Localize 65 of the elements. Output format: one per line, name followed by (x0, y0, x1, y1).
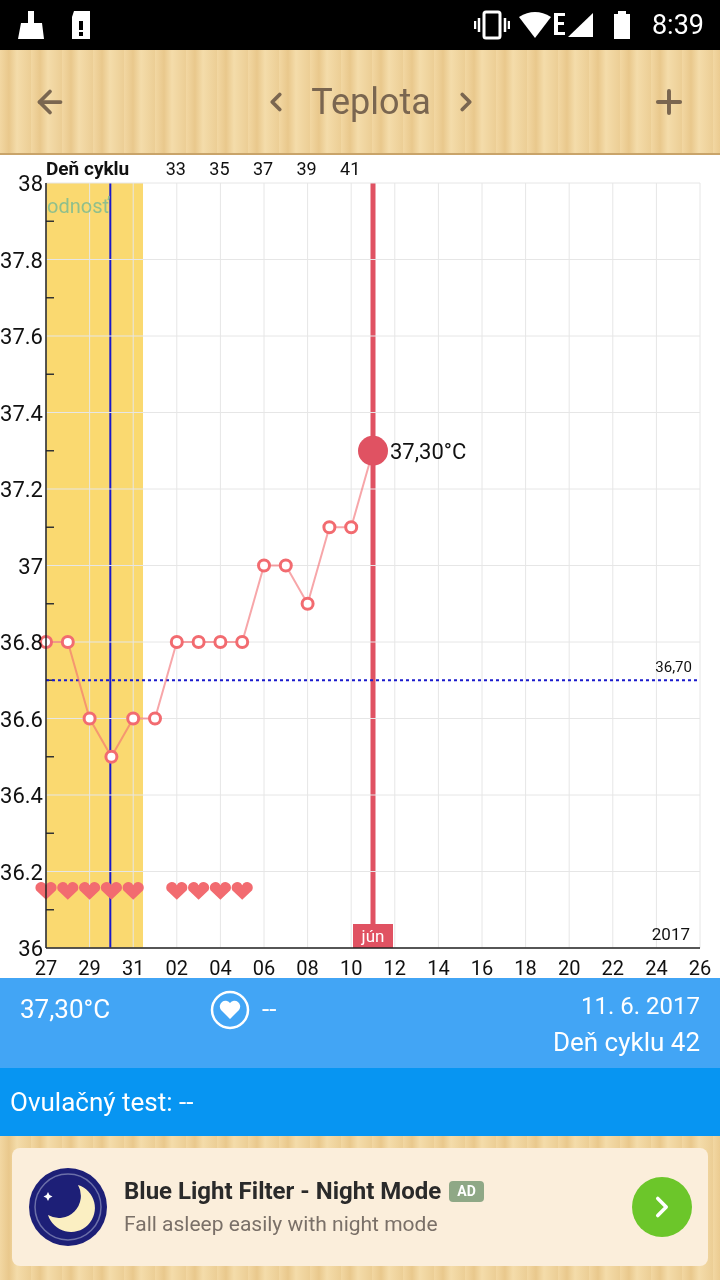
year-label: 2017 (651, 924, 690, 944)
x-axis-label: 31 (121, 956, 145, 978)
x-axis-label: 06 (252, 956, 276, 978)
cycle-day-label: 41 (340, 158, 361, 179)
heart-icon (57, 882, 79, 900)
signal-icon (551, 10, 596, 40)
date-label: 11. 6. 2017 (581, 991, 700, 1022)
cycle-day-label: 35 (209, 158, 230, 179)
cycle-day-label: Deň cyklu 42 (552, 1026, 700, 1059)
heart-icon (188, 882, 210, 900)
ad-card[interactable]: Blue Light Filter - Night Mode AD Fall asleep easily with night mode (12, 1148, 708, 1266)
x-axis-label: 20 (557, 956, 581, 978)
x-axis-label: 14 (427, 956, 450, 978)
x-axis-label: 18 (514, 956, 537, 978)
x-axis-label: 29 (78, 956, 101, 978)
selected-value: 37,30°C (390, 438, 467, 464)
heart-icon (209, 882, 231, 900)
cycle-day-label: 39 (296, 158, 317, 179)
ad-badge: AD (449, 1180, 484, 1202)
x-axis-label: 08 (296, 956, 319, 978)
x-axis-label: 12 (383, 956, 407, 978)
cycle-day-axis-title: Deň cyklu (46, 157, 130, 180)
x-axis-label: 04 (209, 956, 232, 978)
y-axis-label: 37.4 (0, 400, 43, 426)
y-axis-label: 37 (18, 553, 43, 579)
heart-icon (79, 882, 101, 900)
heart-icon (122, 882, 144, 900)
clock: 8:39 (651, 7, 704, 43)
cleaner-icon (16, 9, 46, 41)
x-axis-label: 26 (688, 956, 712, 978)
battery-icon (611, 10, 632, 40)
x-axis-label: 10 (339, 956, 363, 978)
x-axis-label: 24 (645, 956, 668, 978)
ad-subtitle: Fall asleep easily with night mode (124, 1211, 439, 1239)
x-axis-label: 16 (470, 956, 494, 978)
x-axis-label: 22 (601, 956, 625, 978)
y-axis-label: 36.4 (0, 783, 43, 808)
screen-title: Teplota (311, 79, 431, 125)
selected-point[interactable] (358, 435, 388, 466)
moon-icon (28, 1167, 108, 1247)
cycle-day-label: 33 (165, 158, 186, 179)
vibrate-icon (473, 10, 510, 40)
intercourse-value: -- (262, 993, 277, 1026)
heart-icon (231, 882, 253, 900)
ovulation-test-label: Ovulačný test: -- (10, 1085, 194, 1119)
wifi-icon (517, 11, 552, 39)
y-axis-label: 37.8 (0, 247, 43, 273)
temperature-value: 37,30°C (20, 993, 112, 1026)
y-axis-label: 37.2 (0, 477, 43, 502)
heart-icon (166, 882, 188, 900)
y-axis-label: 36.2 (0, 859, 43, 885)
x-axis-label: 02 (165, 956, 189, 978)
open-ad-button[interactable] (632, 1177, 692, 1237)
heart-icon (35, 882, 57, 900)
y-axis-label: 38 (18, 171, 43, 196)
y-axis-label: 36.6 (0, 706, 43, 732)
heart-icon (100, 882, 122, 900)
coverline-label: 36,70 (655, 658, 692, 677)
month-label: jún (361, 926, 385, 946)
month-tag (353, 924, 393, 948)
y-axis-label: 36.8 (0, 630, 43, 655)
cycle-day-label: 37 (252, 158, 274, 179)
ad-title: Blue Light Filter - Night Mode (124, 1176, 442, 1208)
sd-card-warning-icon (70, 9, 92, 41)
y-axis-label: 37.6 (0, 324, 43, 349)
